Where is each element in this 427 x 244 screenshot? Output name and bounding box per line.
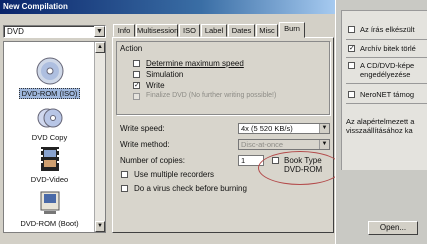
sidebar-scrollbar[interactable]: ▲ ▼ — [94, 42, 105, 232]
compilation-type-list[interactable]: DVD-ROM (ISO) DVD Copy DVD-Video DVD-ROM… — [3, 41, 106, 233]
tab-label[interactable]: Label — [201, 24, 227, 37]
scroll-up-icon[interactable]: ▲ — [95, 42, 105, 53]
copies-value: 1 — [241, 156, 246, 165]
action-group-label: Action — [120, 44, 143, 53]
highlight-ellipse — [258, 151, 342, 185]
divider — [346, 57, 427, 58]
dvd-disc-icon — [36, 57, 63, 85]
disc-image-checkbox[interactable] — [348, 62, 355, 69]
divider — [346, 103, 427, 104]
sidebar-item-dvd-video[interactable]: DVD-Video — [4, 146, 95, 184]
finalize-label: Finalize DVD (No further writing possibl… — [146, 92, 277, 99]
tab-misc[interactable]: Misc — [256, 24, 278, 37]
multiple-recorders-checkbox[interactable] — [121, 171, 128, 178]
neronet-label: NeroNET támog — [360, 90, 415, 99]
chevron-down-icon[interactable]: ▼ — [319, 140, 329, 149]
neronet-checkbox[interactable] — [348, 91, 355, 98]
simulation-checkbox[interactable] — [133, 71, 140, 78]
window-title: New Compilation — [0, 0, 335, 14]
copies-label: Number of copies: — [120, 156, 185, 165]
dvd-copy-icon — [37, 108, 62, 128]
sidebar-item-dvd-rom-boot[interactable]: DVD-ROM (Boot) — [4, 190, 95, 228]
tab-iso[interactable]: ISO — [179, 24, 200, 37]
defaults-note: Az alapértelmezett a — [346, 117, 415, 126]
chevron-down-icon[interactable]: ▼ — [319, 124, 329, 133]
write-speed-label: Write speed: — [120, 124, 165, 133]
sidebar-item-label: DVD-Video — [30, 175, 69, 184]
tab-multisession[interactable]: Multisession — [136, 24, 178, 37]
disc-image-label-cont: engedélyezése — [360, 70, 411, 79]
multiple-recorders-label: Use multiple recorders — [134, 170, 215, 179]
sidebar-item-dvd-rom-iso[interactable]: DVD-ROM (ISO) — [4, 56, 95, 99]
write-speed-select[interactable]: 4x (5 520 KB/s) ▼ — [238, 123, 330, 134]
write-speed-value: 4x (5 520 KB/s) — [241, 124, 293, 133]
chevron-down-icon[interactable]: ▼ — [94, 26, 105, 37]
sidebar-item-label: DVD-ROM (Boot) — [20, 219, 79, 228]
media-type-select[interactable]: DVD ▼ — [3, 25, 106, 38]
virus-check-label: Do a virus check before burning — [134, 184, 247, 193]
archive-bits-label: Archív bitek törlé — [360, 44, 416, 53]
sidebar-item-dvd-copy[interactable]: DVD Copy — [4, 106, 95, 142]
sidebar-item-label: DVD Copy — [31, 133, 68, 142]
disc-image-label: A CD/DVD-képe — [360, 61, 415, 70]
write-method-value: Disc-at-once — [241, 140, 284, 149]
options-panel: Az írás elkészült ✓ Archív bitek törlé A… — [335, 0, 427, 244]
open-button[interactable]: Open... — [368, 221, 418, 235]
write-method-select[interactable]: Disc-at-once ▼ — [238, 139, 330, 150]
tab-info[interactable]: Info — [113, 24, 135, 37]
finalize-checkbox[interactable] — [133, 93, 140, 100]
film-icon — [40, 147, 59, 171]
virus-check-checkbox[interactable] — [121, 185, 128, 192]
defaults-note-cont: visszaállításához ka — [346, 126, 413, 135]
scroll-down-icon[interactable]: ▼ — [95, 221, 105, 232]
sidebar-item-label: DVD-ROM (ISO) — [18, 88, 81, 99]
determine-max-speed-label: Determine maximum speed — [146, 59, 244, 68]
boot-disc-icon — [40, 191, 59, 214]
tab-dates[interactable]: Dates — [228, 24, 255, 37]
divider — [346, 83, 427, 84]
archive-bits-checkbox[interactable]: ✓ — [348, 45, 355, 52]
new-compilation-window: New Compilation DVD ▼ DVD-ROM (ISO) DVD … — [0, 0, 335, 244]
burn-complete-checkbox[interactable] — [348, 26, 355, 33]
divider — [346, 39, 427, 40]
write-label: Write — [146, 81, 165, 90]
options-panel-body: Az írás elkészült ✓ Archív bitek törlé A… — [341, 10, 427, 170]
burn-complete-label: Az írás elkészült — [360, 25, 415, 34]
determine-max-speed-checkbox[interactable] — [133, 60, 140, 67]
simulation-label: Simulation — [146, 70, 184, 79]
write-checkbox[interactable]: ✓ — [133, 82, 140, 89]
write-method-label: Write method: — [120, 140, 170, 149]
tab-burn[interactable]: Burn — [279, 22, 305, 38]
media-type-value: DVD — [7, 27, 24, 36]
